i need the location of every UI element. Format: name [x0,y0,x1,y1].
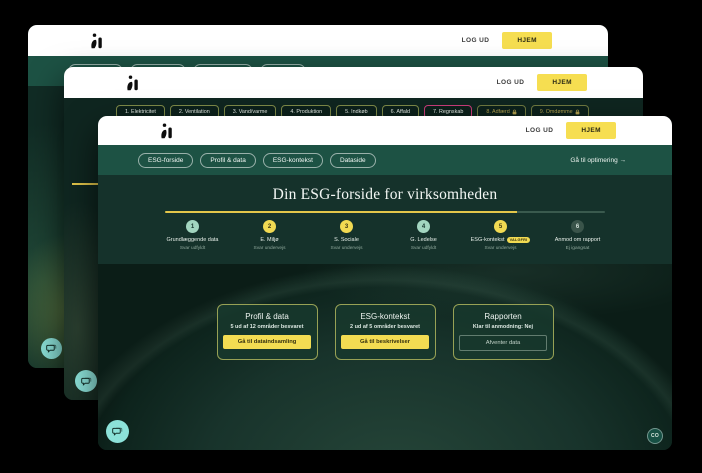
step-grundlaeggende-data[interactable]: 1 Grundlæggende data Svar udfyldt [154,220,231,251]
logo-mark-icon [90,33,105,49]
step-e-miljo[interactable]: 2 E. Miljø Svar undervejs [231,220,308,251]
go-to-descriptions-button[interactable]: Gå til beskrivelser [341,335,429,349]
awaiting-data-button[interactable]: Afventer data [459,335,547,351]
step-number-badge: 2 [263,220,276,233]
step-number-badge: 5 [494,220,507,233]
step-anmod-om-rapport[interactable]: 6 Anmod om rapport Ej igangsat [539,220,616,251]
step-esg-kontekst[interactable]: 5 ESG-kontekst VALGFRI Svar undervejs [462,220,539,251]
step-number-badge: 4 [417,220,430,233]
go-to-data-collection-button[interactable]: Gå til dataindsamling [223,335,311,349]
card-progress-text: 2 ud af 5 områder besvaret [350,324,420,330]
app-header: LOG UD HJEM [28,25,608,56]
step-status: Svar undervejs [485,246,517,251]
chat-button[interactable] [106,420,129,443]
step-label: Grundlæggende data [167,237,219,243]
step-label: E. Miljø [260,237,278,243]
main-nav: ESG-forside Profil & data ESG-kontekst D… [98,145,672,175]
logout-button[interactable]: LOG UD [462,37,490,44]
chat-bubble-icon [46,343,57,354]
progress-underline [165,211,605,213]
lock-icon [512,109,517,115]
step-label: ESG-kontekst [471,237,505,243]
nav-pill-profil-data[interactable]: Profil & data [200,153,255,168]
home-button[interactable]: HJEM [502,32,552,49]
card-title: Profil & data [245,312,289,321]
card-title: ESG-kontekst [360,312,409,321]
logo-mark-icon [126,75,141,91]
home-button[interactable]: HJEM [566,122,616,139]
chat-bubble-icon [81,376,92,387]
step-number-badge: 6 [571,220,584,233]
nav-pill-esg-forside[interactable]: ESG-forside [138,153,193,168]
step-status: Ej igangsat [566,246,590,251]
chat-button[interactable] [41,338,62,359]
window-front: LOG UD HJEM ESG-forside Profil & data ES… [98,116,672,450]
cookie-consent-badge[interactable]: CO [647,428,663,444]
step-number-badge: 1 [186,220,199,233]
step-status: Svar undervejs [331,246,363,251]
card-progress-text: Klar til anmodning: Nej [473,324,533,330]
desktop-background: LOG UD HJEM ESG-forside Profil & data ES… [0,0,702,473]
logo-mark-icon [160,123,175,139]
nav-pill-esg-kontekst[interactable]: ESG-kontekst [263,153,323,168]
step-label: Anmod om rapport [555,237,601,243]
page-body: Din ESG-forside for virksomheden 1 Grund… [98,175,672,450]
tab-label: 9. Omdømme [540,109,573,115]
card-title: Rapporten [484,312,521,321]
card-profil-data: Profil & data 5 ud af 12 områder besvare… [217,304,318,360]
step-s-sociale[interactable]: 3 S. Sociale Svar undervejs [308,220,385,251]
step-status: Svar udfyldt [180,246,205,251]
step-label: G. Ledelse [410,237,437,243]
home-button[interactable]: HJEM [537,74,587,91]
progress-steps: 1 Grundlæggende data Svar udfyldt 2 E. M… [154,220,616,251]
optimize-link[interactable]: Gå til optimering → [570,157,626,164]
card-rapporten: Rapporten Klar til anmodning: Nej Afvent… [453,304,554,360]
logout-button[interactable]: LOG UD [526,127,554,134]
step-status: Svar udfyldt [411,246,436,251]
card-progress-text: 5 ud af 12 områder besvaret [230,324,303,330]
page-title: Din ESG-forside for virksomheden [98,186,672,204]
chat-bubble-icon [112,426,123,437]
chat-button[interactable] [75,370,97,392]
app-header: LOG UD HJEM [98,116,672,145]
hero-section: Din ESG-forside for virksomheden 1 Grund… [98,175,672,264]
optional-badge: VALGFRI [507,237,531,243]
step-label: S. Sociale [334,237,359,243]
lock-icon [575,109,580,115]
step-g-ledelse[interactable]: 4 G. Ledelse Svar udfyldt [385,220,462,251]
nav-pill-dataside[interactable]: Dataside [330,153,376,168]
card-esg-kontekst: ESG-kontekst 2 ud af 5 områder besvaret … [335,304,436,360]
step-number-badge: 3 [340,220,353,233]
logout-button[interactable]: LOG UD [497,79,525,86]
tab-label: 8. Adfærd [486,109,509,115]
app-header: LOG UD HJEM [64,67,643,98]
summary-cards: Profil & data 5 ud af 12 områder besvare… [98,304,672,360]
step-status: Svar undervejs [254,246,286,251]
